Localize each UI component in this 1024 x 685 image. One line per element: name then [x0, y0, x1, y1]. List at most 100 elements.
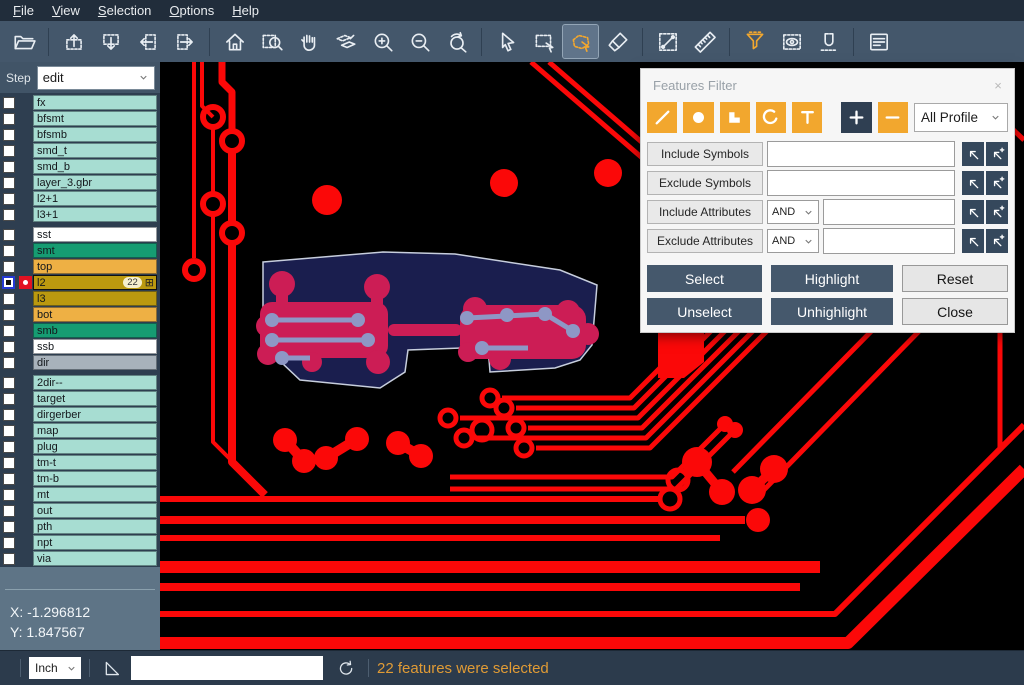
select-button[interactable]: Select [647, 265, 762, 292]
polygon-select-button[interactable] [563, 25, 598, 58]
layer-checkbox[interactable] [3, 209, 15, 221]
layer-label[interactable]: out [33, 503, 157, 518]
layer-checkbox[interactable] [3, 145, 15, 157]
layer-checkbox[interactable] [3, 357, 15, 369]
layer-label[interactable]: ssb [33, 339, 157, 354]
include-attributes-operator-select[interactable]: AND [767, 200, 819, 224]
pan-down-button[interactable] [93, 25, 128, 58]
layer-row-sst[interactable]: sst [0, 227, 160, 242]
layer-row-tm-t[interactable]: tm-t [0, 455, 160, 470]
layer-checkbox[interactable] [3, 193, 15, 205]
layer-row-target[interactable]: target [0, 391, 160, 406]
brush-select-button[interactable] [600, 25, 635, 58]
filter-remove-button[interactable] [878, 102, 908, 133]
zoom-window-button[interactable] [254, 25, 289, 58]
filter-add-button[interactable] [841, 102, 871, 133]
layer-row-dirgerber[interactable]: dirgerber [0, 407, 160, 422]
step-select[interactable]: edit [37, 66, 155, 90]
layer-row-bfsmb[interactable]: bfsmb [0, 127, 160, 142]
layer-checkbox[interactable] [3, 505, 15, 517]
layer-checkbox[interactable] [3, 309, 15, 321]
layer-row-l3[interactable]: l3 [0, 291, 160, 306]
layer-row-l2[interactable]: l222⊞ [0, 275, 160, 290]
layer-label[interactable]: 2dir-- [33, 375, 157, 390]
include-attributes-input[interactable] [823, 199, 955, 225]
layer-row-ssb[interactable]: ssb [0, 339, 160, 354]
pan-right-button[interactable] [167, 25, 202, 58]
show-profile-button[interactable] [774, 25, 809, 58]
layer-label[interactable]: dirgerber [33, 407, 157, 422]
rectangle-select-button[interactable] [526, 25, 561, 58]
layer-label[interactable]: bfsmb [33, 127, 157, 142]
layer-checkbox[interactable] [3, 537, 15, 549]
filter-surface-button[interactable] [720, 102, 750, 133]
layer-row-layer_3.gbr[interactable]: layer_3.gbr [0, 175, 160, 190]
include-symbols-pick-add-button[interactable] [986, 142, 1008, 166]
layer-label[interactable]: l2+1 [33, 191, 157, 206]
exclude-attributes-input[interactable] [823, 228, 955, 254]
layer-row-smd_t[interactable]: smd_t [0, 143, 160, 158]
layer-label[interactable]: tm-t [33, 455, 157, 470]
layer-row-bfsmt[interactable]: bfsmt [0, 111, 160, 126]
layer-label[interactable]: smb [33, 323, 157, 338]
layer-label[interactable]: l3+1 [33, 207, 157, 222]
zoom-in-button[interactable] [365, 25, 400, 58]
dialog-close-button[interactable]: × [990, 78, 1006, 94]
layer-checkbox[interactable] [3, 489, 15, 501]
layer-checkbox[interactable] [3, 245, 15, 257]
layer-label[interactable]: smt [33, 243, 157, 258]
include-symbols-button[interactable]: Include Symbols [647, 142, 763, 166]
layer-label[interactable]: smd_b [33, 159, 157, 174]
exclude-symbols-button[interactable]: Exclude Symbols [647, 171, 763, 195]
layer-label[interactable]: tm-b [33, 471, 157, 486]
command-input[interactable] [131, 656, 323, 680]
layer-row-fx[interactable]: fx [0, 95, 160, 110]
zoom-home-button[interactable] [217, 25, 252, 58]
menu-item-selection[interactable]: Selection [89, 2, 160, 19]
layer-label[interactable]: target [33, 391, 157, 406]
layer-checkbox[interactable] [3, 409, 15, 421]
layer-label[interactable]: mt [33, 487, 157, 502]
layer-row-via[interactable]: via [0, 551, 160, 566]
layer-label[interactable]: via [33, 551, 157, 566]
layer-row-smb[interactable]: smb [0, 323, 160, 338]
layer-label[interactable]: l222⊞ [33, 275, 157, 290]
layer-row-mt[interactable]: mt [0, 487, 160, 502]
layer-checkbox[interactable] [3, 97, 15, 109]
unselect-button[interactable]: Unselect [647, 298, 762, 325]
menu-item-view[interactable]: View [43, 2, 89, 19]
include-attributes-pick-add-button[interactable] [986, 200, 1008, 224]
grid-icon[interactable]: ⊞ [145, 277, 154, 288]
filter-text-button[interactable] [792, 102, 822, 133]
exclude-symbols-pick-add-button[interactable] [986, 171, 1008, 195]
layer-checkbox[interactable] [3, 341, 15, 353]
layer-label[interactable]: l3 [33, 291, 157, 306]
layer-row-map[interactable]: map [0, 423, 160, 438]
layer-label[interactable]: bfsmt [33, 111, 157, 126]
layer-checkbox[interactable] [3, 261, 15, 273]
zoom-out-button[interactable] [402, 25, 437, 58]
include-symbols-input[interactable] [767, 141, 955, 167]
pointer-select-button[interactable] [489, 25, 524, 58]
menu-item-file[interactable]: File [4, 2, 43, 19]
layer-checkbox[interactable] [3, 229, 15, 241]
highlight-button[interactable]: Highlight [771, 265, 893, 292]
menu-item-help[interactable]: Help [223, 2, 268, 19]
pan-hand-button[interactable] [291, 25, 326, 58]
close-button[interactable]: Close [902, 298, 1008, 325]
angle-corner-icon[interactable] [102, 659, 121, 678]
layer-label[interactable]: bot [33, 307, 157, 322]
layer-label[interactable]: top [33, 259, 157, 274]
open-file-button[interactable] [6, 25, 41, 58]
layer-label[interactable]: plug [33, 439, 157, 454]
layer-checkbox[interactable] [3, 161, 15, 173]
layer-checkbox[interactable] [3, 113, 15, 125]
filter-line-button[interactable] [647, 102, 677, 133]
exclude-attributes-button[interactable]: Exclude Attributes [647, 229, 763, 253]
layer-label[interactable]: map [33, 423, 157, 438]
layer-label[interactable]: pth [33, 519, 157, 534]
filter-arc-button[interactable] [756, 102, 786, 133]
layer-row-tm-b[interactable]: tm-b [0, 471, 160, 486]
layer-checkbox[interactable] [3, 457, 15, 469]
layer-row-smt[interactable]: smt [0, 243, 160, 258]
